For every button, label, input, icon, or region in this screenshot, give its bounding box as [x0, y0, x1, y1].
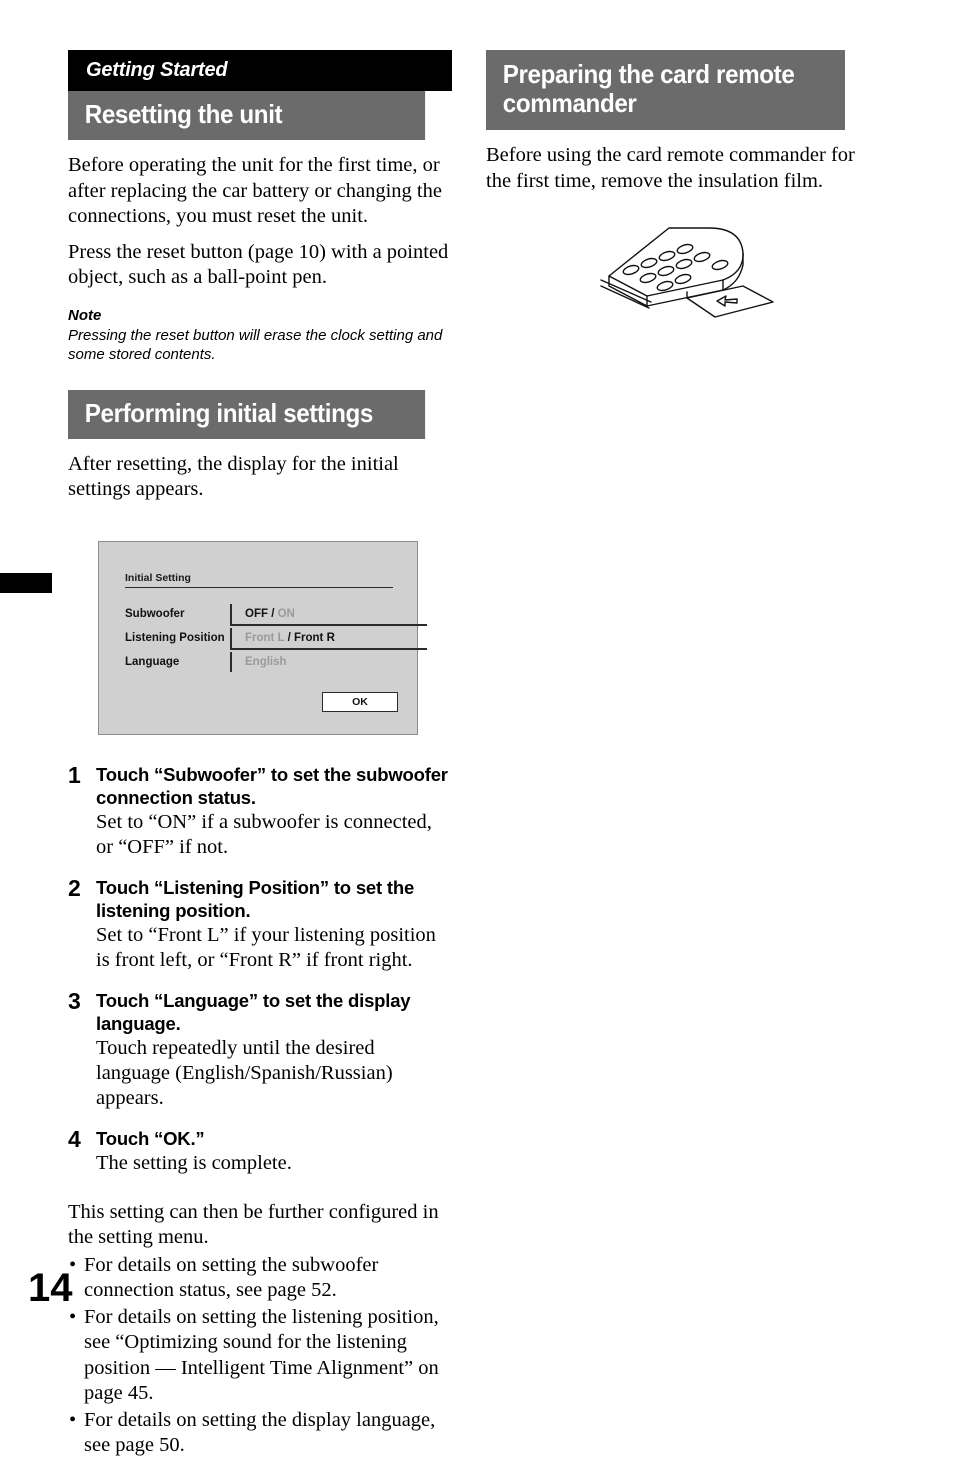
step-number: 3: [68, 987, 81, 1014]
screen-row-subwoofer[interactable]: Subwoofer OFF / ON: [125, 602, 427, 626]
row-value-subwoofer[interactable]: OFF / ON: [245, 608, 295, 620]
step-item: 3 Touch “Language” to set the display la…: [68, 987, 452, 1111]
row-value-selected: OFF: [245, 607, 268, 620]
bullet-item: • For details on setting the listening p…: [68, 1305, 452, 1407]
row-divider: [230, 603, 232, 624]
heading-resetting-the-unit: Resetting the unit: [68, 91, 426, 141]
row-divider: [230, 651, 232, 672]
row-value-alternate: English: [245, 655, 287, 668]
initial-setting-screen: Initial Setting Subwoofer OFF / ON Liste…: [98, 540, 427, 735]
ok-button[interactable]: OK: [322, 691, 398, 712]
page-number: 14: [28, 1266, 73, 1310]
right-column: Preparing the card remote commander Befo…: [486, 50, 872, 330]
resetting-paragraph-1: Before operating the unit for the first …: [68, 154, 442, 228]
section-label-getting-started: Getting Started: [68, 50, 452, 91]
step-heading: Touch “Listening Position” to set the li…: [96, 876, 415, 921]
step-body: Touch “Listening Position” to set the li…: [96, 876, 452, 973]
row-value-alternate: Front L: [245, 631, 285, 644]
initial-setting-screen-wrapper: Initial Setting Subwoofer OFF / ON Liste…: [68, 540, 452, 735]
manual-page: Getting Started Resetting the unit Befor…: [0, 0, 954, 1456]
row-divider: [230, 627, 232, 648]
bullet-list: • For details on setting the subwoofer c…: [68, 1253, 452, 1459]
step-item: 1 Touch “Subwoofer” to set the subwoofer…: [68, 761, 452, 860]
screen-row-language[interactable]: Language English: [125, 650, 393, 674]
step-text: Set to “Front L” if your listening posit…: [96, 923, 436, 971]
step-text: Touch repeatedly until the desired langu…: [96, 1036, 393, 1109]
step-text: The setting is complete.: [96, 1151, 292, 1174]
note-body: Pressing the reset button will erase the…: [68, 326, 443, 363]
row-value-listening-position[interactable]: Front L / Front R: [245, 632, 335, 644]
screen-row-listening-position[interactable]: Listening Position Front L / Front R: [125, 626, 427, 650]
bullet-item: • For details on setting the display lan…: [68, 1408, 452, 1459]
row-value-alternate: ON: [277, 607, 295, 620]
step-heading: Touch “Language” to set the display lang…: [96, 989, 411, 1034]
bullet-text: For details on setting the listening pos…: [84, 1305, 439, 1405]
thumb-index-tab: [0, 573, 52, 593]
screen-rows: Subwoofer OFF / ON Listening Position Fr…: [125, 602, 427, 674]
bullet-item: • For details on setting the subwoofer c…: [68, 1253, 452, 1304]
screen-title: Initial Setting: [125, 572, 393, 588]
heading-preparing-card-remote-commander: Preparing the card remote commander: [486, 50, 845, 131]
left-column: Getting Started Resetting the unit Befor…: [68, 50, 452, 1459]
row-label-subwoofer: Subwoofer: [125, 607, 185, 620]
step-body: Touch “Subwoofer” to set the subwoofer c…: [96, 763, 452, 860]
step-item: 4 Touch “OK.” The setting is complete.: [68, 1125, 452, 1176]
row-value-language[interactable]: English: [245, 656, 287, 668]
step-heading: Touch “OK.”: [96, 1127, 205, 1149]
row-value-separator: /: [284, 631, 294, 644]
bullet-marker: •: [69, 1408, 77, 1431]
remote-commander-paragraph: Before using the card remote commander f…: [486, 144, 855, 192]
row-label-listening-position: Listening Position: [125, 631, 225, 644]
closing-paragraph: This setting can then be further configu…: [68, 1200, 439, 1249]
step-number: 4: [68, 1125, 81, 1152]
bullet-text: For details on setting the display langu…: [84, 1408, 436, 1457]
step-body: Touch “Language” to set the display lang…: [96, 989, 452, 1111]
row-label-language: Language: [125, 655, 180, 668]
resetting-paragraph-2: Press the reset button (page 10) with a …: [68, 240, 449, 289]
step-text: Set to “ON” if a subwoofer is connected,…: [96, 810, 432, 858]
step-list: 1 Touch “Subwoofer” to set the subwoofer…: [68, 761, 452, 1176]
step-item: 2 Touch “Listening Position” to set the …: [68, 874, 452, 973]
card-remote-commander-icon: [591, 220, 781, 330]
initial-settings-intro: After resetting, the display for the ini…: [68, 452, 399, 501]
step-heading: Touch “Subwoofer” to set the subwoofer c…: [96, 763, 448, 808]
step-number: 2: [68, 874, 81, 901]
heading-performing-initial-settings: Performing initial settings: [68, 389, 426, 439]
row-value-selected: Front R: [294, 631, 335, 644]
step-body: Touch “OK.” The setting is complete.: [96, 1127, 452, 1176]
note-title: Note: [68, 306, 102, 324]
row-value-separator: /: [268, 607, 278, 620]
bullet-text: For details on setting the subwoofer con…: [84, 1253, 379, 1302]
step-number: 1: [68, 761, 81, 788]
